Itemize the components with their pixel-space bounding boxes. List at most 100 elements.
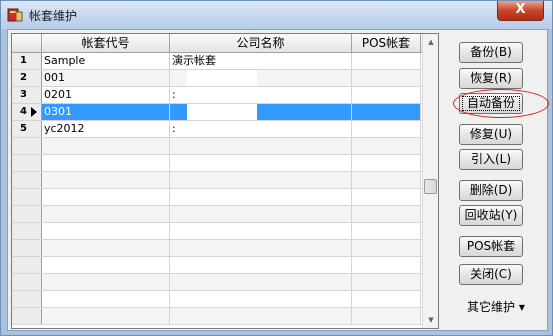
row-number[interactable]: 1: [12, 53, 42, 69]
app-icon: [7, 8, 23, 22]
current-row-pointer-icon: [31, 107, 37, 117]
import-button[interactable]: 引入(L): [459, 149, 523, 170]
header-pos-account[interactable]: POS帐套: [352, 34, 421, 53]
grid-rows: 1 Sample 演示帐套 2 001 3 0201:4 0301 5 yc2012:: [12, 53, 422, 325]
account-code-cell[interactable]: Sample: [42, 53, 170, 69]
account-code-cell[interactable]: [42, 223, 170, 239]
window-title: 帐套维护: [29, 9, 78, 23]
table-row[interactable]: [12, 308, 422, 325]
company-name-cell[interactable]: [170, 155, 352, 171]
table-row[interactable]: [12, 240, 422, 257]
close-window-button[interactable]: X: [497, 1, 544, 21]
pos-account-cell[interactable]: [352, 70, 421, 86]
pos-account-cell[interactable]: [352, 257, 421, 273]
close-button[interactable]: 关闭(C): [459, 264, 523, 285]
row-number[interactable]: [12, 206, 42, 222]
row-number[interactable]: [12, 240, 42, 256]
title-bar[interactable]: 帐套维护 X: [1, 1, 552, 29]
row-number[interactable]: [12, 172, 42, 188]
account-code-cell[interactable]: [42, 155, 170, 171]
pos-account-cell[interactable]: [352, 155, 421, 171]
row-number[interactable]: [12, 138, 42, 154]
row-number[interactable]: [12, 223, 42, 239]
pos-account-cell[interactable]: [352, 104, 421, 120]
table-row[interactable]: [12, 274, 422, 291]
backup-button[interactable]: 备份(B): [459, 42, 523, 63]
company-name-cell[interactable]: [170, 189, 352, 205]
table-row[interactable]: [12, 257, 422, 274]
row-number[interactable]: [12, 291, 42, 307]
redacted-region: [187, 87, 257, 103]
row-number[interactable]: [12, 257, 42, 273]
table-row[interactable]: [12, 155, 422, 172]
pos-account-cell[interactable]: [352, 240, 421, 256]
table-row[interactable]: 1 Sample 演示帐套: [12, 53, 422, 70]
row-number-label: 4: [20, 106, 27, 117]
account-maintenance-window: 帐套维护 X 帐套代号 公司名称 POS帐套 1 Sample 演示帐套 2 001 3 0…: [0, 0, 553, 336]
row-number[interactable]: [12, 155, 42, 171]
row-number[interactable]: 4: [12, 104, 42, 120]
company-name-cell[interactable]: [170, 138, 352, 154]
redacted-region: [187, 121, 257, 137]
account-code-cell[interactable]: [42, 308, 170, 324]
delete-button[interactable]: 删除(D): [459, 180, 523, 201]
account-code-cell[interactable]: [42, 206, 170, 222]
restore-button[interactable]: 恢复(R): [459, 68, 523, 89]
table-row[interactable]: [12, 172, 422, 189]
redacted-region: [187, 104, 257, 120]
account-code-cell[interactable]: [42, 172, 170, 188]
pos-account-button[interactable]: POS帐套: [459, 236, 523, 257]
account-code-cell[interactable]: [42, 257, 170, 273]
pos-account-cell[interactable]: [352, 206, 421, 222]
account-code-cell[interactable]: 0201: [42, 87, 170, 103]
vertical-scrollbar[interactable]: ▲ ▼: [422, 34, 438, 328]
table-row[interactable]: [12, 206, 422, 223]
account-code-cell[interactable]: [42, 291, 170, 307]
account-code-cell[interactable]: [42, 274, 170, 290]
account-code-cell[interactable]: 0301: [42, 104, 170, 120]
account-code-cell[interactable]: [42, 240, 170, 256]
pos-account-cell[interactable]: [352, 121, 421, 137]
account-grid[interactable]: 帐套代号 公司名称 POS帐套 1 Sample 演示帐套 2 001 3 0201:4 03…: [11, 33, 439, 329]
account-code-cell[interactable]: [42, 138, 170, 154]
scroll-thumb[interactable]: [424, 179, 437, 194]
pos-account-cell[interactable]: [352, 308, 421, 324]
company-name-cell[interactable]: [170, 172, 352, 188]
account-code-cell[interactable]: yc2012: [42, 121, 170, 137]
account-code-cell[interactable]: 001: [42, 70, 170, 86]
pos-account-cell[interactable]: [352, 223, 421, 239]
company-name-cell[interactable]: [170, 308, 352, 324]
company-name-cell[interactable]: 演示帐套: [170, 53, 352, 69]
row-number[interactable]: 3: [12, 87, 42, 103]
scroll-down-arrow-icon[interactable]: ▼: [423, 312, 438, 328]
row-number[interactable]: [12, 189, 42, 205]
table-row[interactable]: [12, 223, 422, 240]
company-name-cell[interactable]: [170, 257, 352, 273]
row-number[interactable]: 2: [12, 70, 42, 86]
company-name-cell[interactable]: [170, 240, 352, 256]
company-name-cell[interactable]: [170, 291, 352, 307]
table-row[interactable]: [12, 138, 422, 155]
other-maintenance-menu[interactable]: 其它维护 ▾: [467, 298, 525, 315]
pos-account-cell[interactable]: [352, 138, 421, 154]
company-name-cell[interactable]: [170, 223, 352, 239]
row-number[interactable]: [12, 308, 42, 324]
table-row[interactable]: [12, 291, 422, 308]
pos-account-cell[interactable]: [352, 189, 421, 205]
table-row[interactable]: [12, 189, 422, 206]
pos-account-cell[interactable]: [352, 87, 421, 103]
pos-account-cell[interactable]: [352, 291, 421, 307]
header-company-name[interactable]: 公司名称: [170, 34, 352, 53]
company-name-cell[interactable]: [170, 274, 352, 290]
pos-account-cell[interactable]: [352, 274, 421, 290]
pos-account-cell[interactable]: [352, 53, 421, 69]
header-account-code[interactable]: 帐套代号: [42, 34, 170, 53]
account-code-cell[interactable]: [42, 189, 170, 205]
row-number[interactable]: [12, 274, 42, 290]
repair-button[interactable]: 修复(U): [459, 124, 523, 145]
row-number[interactable]: 5: [12, 121, 42, 137]
scroll-up-arrow-icon[interactable]: ▲: [423, 34, 438, 50]
recycle-bin-button[interactable]: 回收站(Y): [459, 205, 523, 226]
company-name-cell[interactable]: [170, 206, 352, 222]
pos-account-cell[interactable]: [352, 172, 421, 188]
